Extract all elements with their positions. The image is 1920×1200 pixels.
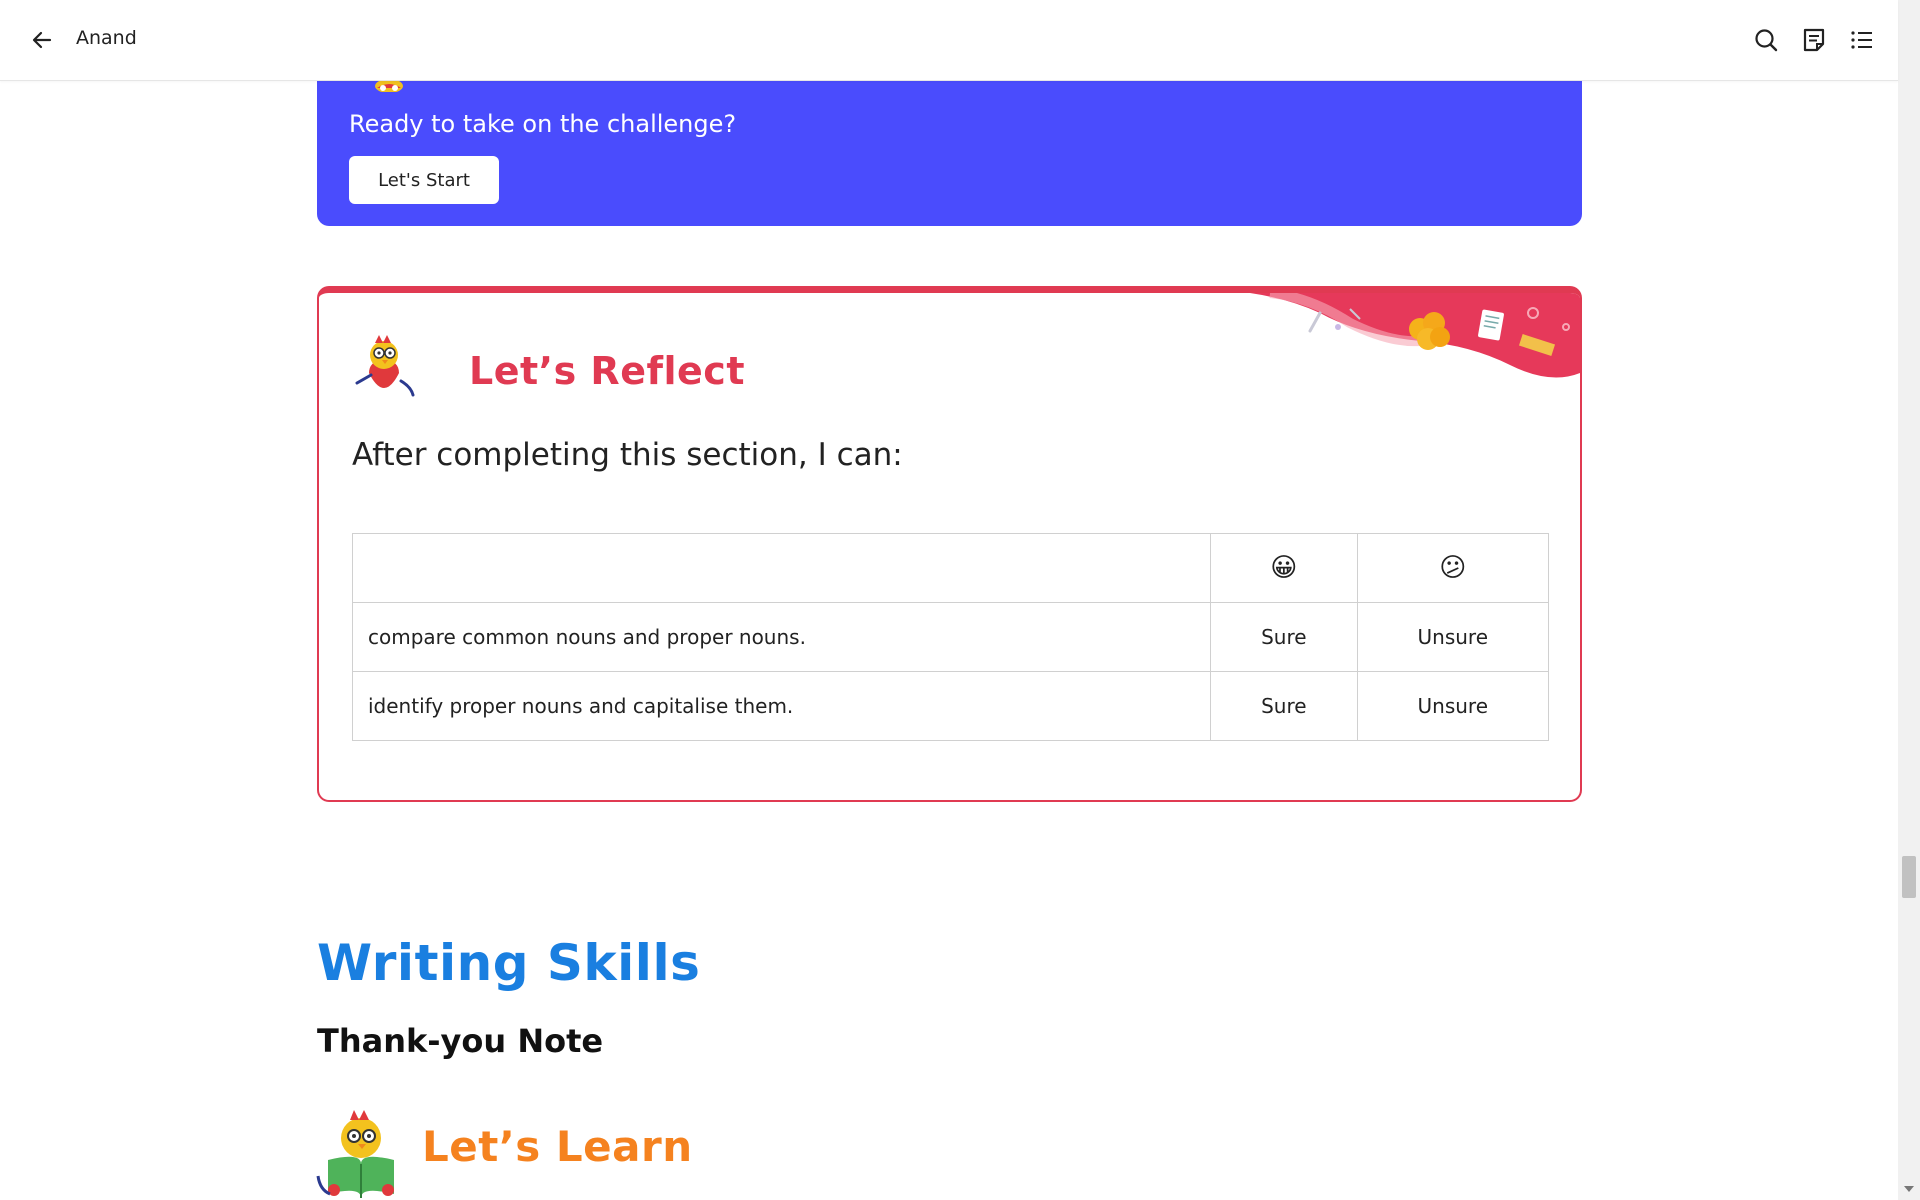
top-bar: Anand <box>0 0 1898 81</box>
writing-skills-title: Writing Skills <box>317 934 701 992</box>
challenge-card: Ready to take on the challenge? Let's St… <box>317 60 1582 226</box>
mascot-reading-image <box>316 1110 394 1198</box>
unsure-face-icon: 😕 <box>1356 533 1549 603</box>
page-title: Anand <box>76 27 137 49</box>
search-icon[interactable] <box>1752 26 1780 54</box>
arrow-left-icon[interactable] <box>28 26 56 54</box>
table-row: compare common nouns and proper nouns. S… <box>351 602 1549 672</box>
happy-face-icon: 😀 <box>1210 533 1358 603</box>
challenge-prompt: Ready to take on the challenge? <box>349 110 737 138</box>
table-row: identify proper nouns and capitalise the… <box>351 671 1549 741</box>
sure-option[interactable]: Sure <box>1210 671 1358 741</box>
table-header-statement <box>351 533 1212 603</box>
unsure-option[interactable]: Unsure <box>1356 671 1549 741</box>
statement-cell: compare common nouns and proper nouns. <box>351 602 1212 672</box>
mascot-reflect-image <box>355 335 415 397</box>
lets-start-button[interactable]: Let's Start <box>349 156 499 204</box>
sure-option[interactable]: Sure <box>1210 602 1358 672</box>
reflect-subtitle: After completing this section, I can: <box>352 437 903 473</box>
reflect-decoration <box>1250 293 1580 378</box>
reflect-heading: Let’s Reflect <box>469 349 745 393</box>
list-icon[interactable] <box>1848 26 1876 54</box>
page-scrollbar[interactable] <box>1898 0 1920 1200</box>
reflect-table: 😀 😕 compare common nouns and proper noun… <box>351 533 1549 741</box>
unsure-option[interactable]: Unsure <box>1356 602 1549 672</box>
writing-skills-subtitle: Thank-you Note <box>317 1022 604 1060</box>
statement-cell: identify proper nouns and capitalise the… <box>351 671 1212 741</box>
scroll-down-arrow-icon[interactable] <box>1904 1186 1914 1192</box>
scrollbar-thumb[interactable] <box>1902 856 1916 898</box>
reflect-card: Let’s Reflect After completing this sect… <box>317 286 1582 802</box>
notes-icon[interactable] <box>1800 26 1828 54</box>
table-header-row: 😀 😕 <box>351 533 1549 603</box>
learn-heading: Let’s Learn <box>422 1122 693 1171</box>
